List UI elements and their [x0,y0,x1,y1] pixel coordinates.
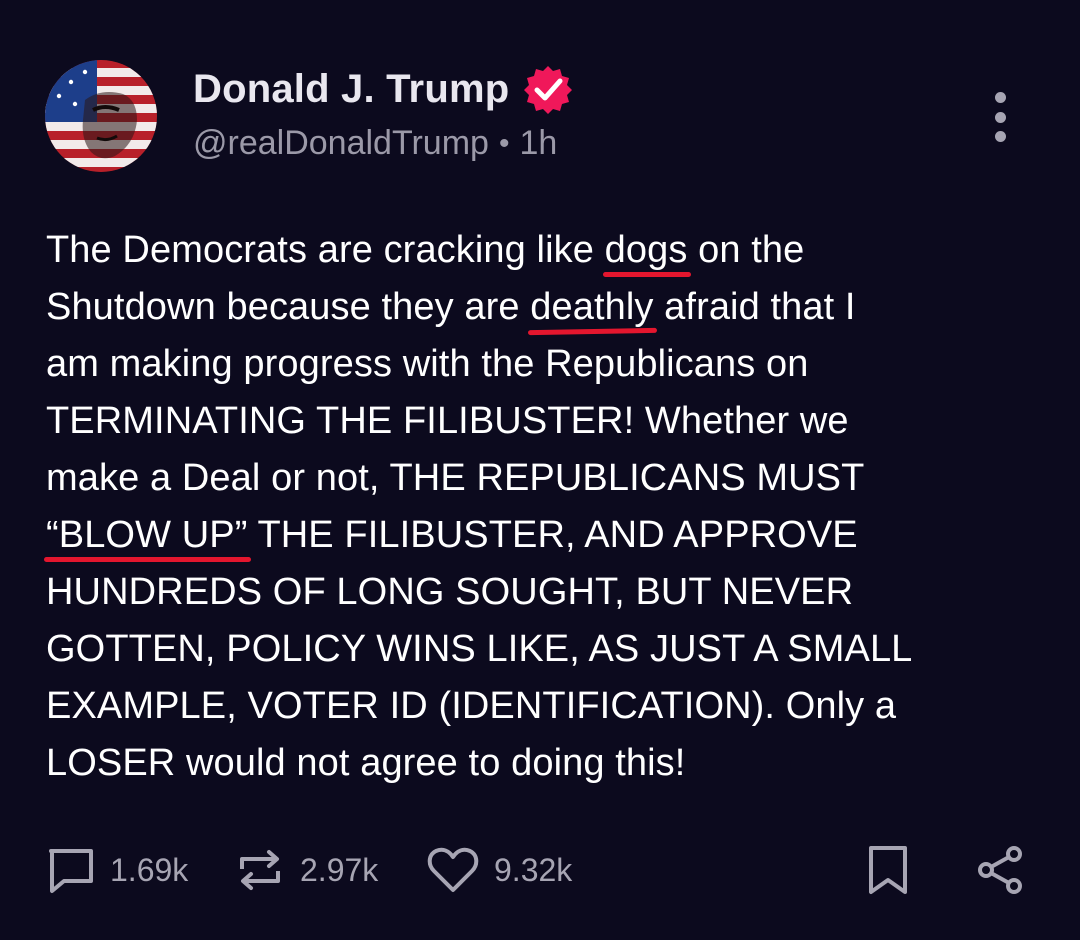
author-display-name[interactable]: Donald J. Trump [193,67,509,112]
post-line: EXAMPLE, VOTER ID (IDENTIFICATION). Only… [46,685,897,727]
author-handle[interactable]: @realDonaldTrump [193,124,489,163]
post-line: LOSER would not agree to doing this! [46,742,686,784]
reply-count: 1.69k [110,851,189,888]
underlined-word: “BLOW UP” [46,514,248,556]
post-line: GOTTEN, POLICY WINS LIKE, AS JUST A SMAL… [46,628,913,670]
like-count: 9.32k [494,851,573,888]
red-underline [44,557,252,562]
post-line: “BLOW UP” THE FILIBUSTER, AND APPROVE [44,507,1046,564]
underlined-word: dogs [604,229,688,271]
post-line: make a Deal or not, THE REPUBLICANS MUST [46,457,865,499]
verified-badge-icon [523,64,573,114]
post-line: TERMINATING THE FILIBUSTER! Whether we [46,400,849,442]
post-card: Donald J. Trump @realDonaldTrump • 1h Th… [0,0,1080,940]
profile-avatar-image [45,60,157,172]
more-options-button[interactable] [980,92,1020,142]
repost-count: 2.97k [300,851,379,888]
repost-icon [234,845,286,895]
red-underline [602,272,692,277]
meta-separator: • [498,126,510,160]
more-vertical-icon-dot [994,131,1006,142]
post-timestamp[interactable]: 1h [519,124,557,163]
avatar[interactable] [45,60,157,172]
comment-icon [46,845,96,895]
author-meta-row: @realDonaldTrump • 1h [193,124,557,163]
heart-icon [426,845,480,895]
red-underline [528,327,658,336]
share-button[interactable] [974,842,1026,898]
post-line: Shutdown because they are deathly afraid… [46,279,1046,336]
more-vertical-icon-dot [994,92,1006,103]
share-icon [974,844,1026,896]
bookmark-button[interactable] [864,842,912,898]
post-line: The Democrats are cracking like dogs on … [46,222,1046,279]
repost-button[interactable]: 2.97k [234,842,378,898]
more-vertical-icon-dot [994,111,1006,123]
author-name-row: Donald J. Trump [193,64,573,114]
post-actions-bar: 1.69k 2.97k 9.32k [46,842,1036,898]
bookmark-icon [864,844,912,896]
post-body: The Democrats are cracking like dogs on … [44,222,1046,792]
underlined-word: deathly [530,286,654,328]
post-line: am making progress with the Republicans … [46,343,809,385]
reply-button[interactable]: 1.69k [46,842,188,898]
post-line: HUNDREDS OF LONG SOUGHT, BUT NEVER [46,571,854,613]
like-button[interactable]: 9.32k [426,842,572,898]
